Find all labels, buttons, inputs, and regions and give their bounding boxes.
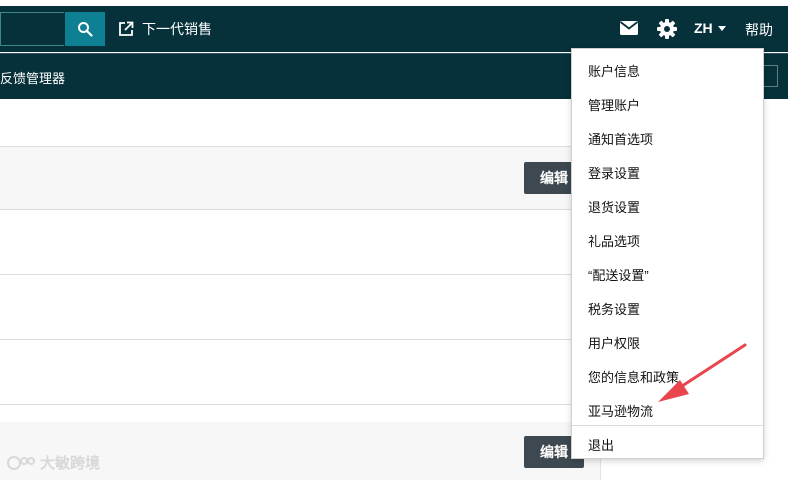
menu-item-account-info[interactable]: 账户信息 <box>588 61 640 80</box>
gear-icon <box>657 19 677 39</box>
menu-item-gift-options[interactable]: 礼品选项 <box>588 231 640 250</box>
page-title: 反馈管理器 <box>0 71 66 86</box>
menu-item-login-settings[interactable]: 登录设置 <box>588 163 640 182</box>
search-button[interactable] <box>65 12 105 46</box>
watermark-text: 大敏跨境 <box>40 455 101 472</box>
top-nav-bar: 下一代销售 ZH 帮助 <box>0 0 788 52</box>
menu-item-notification-preferences[interactable]: 通知首选项 <box>588 129 653 148</box>
menu-item-tax-settings[interactable]: 税务设置 <box>588 299 640 318</box>
language-label: ZH <box>694 20 713 36</box>
menu-item-return-settings[interactable]: 退货设置 <box>588 197 640 216</box>
next-gen-selling-label: 下一代销售 <box>142 21 212 37</box>
menu-item-logout[interactable]: 退出 <box>588 435 614 454</box>
messages-button[interactable] <box>619 20 639 36</box>
menu-item-manage-accounts[interactable]: 管理账户 <box>588 95 640 114</box>
search-input[interactable] <box>0 12 64 46</box>
list-row <box>0 210 600 275</box>
top-strip <box>0 0 788 6</box>
watermark-logo-icon <box>7 455 35 470</box>
list-row: 编辑 <box>0 147 600 210</box>
language-selector[interactable]: ZH <box>694 20 726 36</box>
help-link[interactable]: 帮助 <box>745 20 773 40</box>
external-link-icon <box>119 21 134 36</box>
settings-dropdown-menu: 账户信息 管理账户 通知首选项 登录设置 退货设置 礼品选项 “配送设置” 税务… <box>571 48 764 459</box>
menu-divider <box>572 425 763 426</box>
settings-button[interactable] <box>656 18 678 40</box>
mail-icon <box>619 21 639 35</box>
menu-item-user-permissions[interactable]: 用户权限 <box>588 333 640 352</box>
caret-down-icon <box>717 25 726 31</box>
menu-item-fulfillment-by-amazon[interactable]: 亚马逊物流 <box>588 401 653 420</box>
list-row <box>0 340 600 405</box>
next-gen-selling-link[interactable]: 下一代销售 <box>118 19 212 39</box>
settings-list: 编辑 编辑 <box>0 98 600 480</box>
menu-item-your-info-and-policies[interactable]: 您的信息和政策 <box>588 367 679 386</box>
menu-item-shipping-settings[interactable]: “配送设置” <box>588 265 649 284</box>
list-row <box>0 275 600 340</box>
watermark: 大敏跨境 <box>6 452 100 473</box>
search-icon <box>78 22 93 37</box>
list-row <box>0 98 600 147</box>
